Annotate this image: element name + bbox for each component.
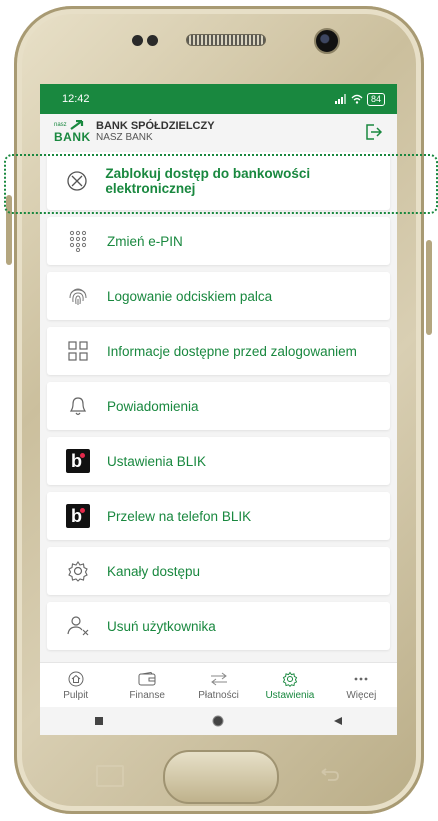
menu-item-access-channels[interactable]: Kanały dostępu [47,547,390,595]
menu-item-blik-settings[interactable]: b Ustawienia BLIK [47,437,390,485]
menu-item-fingerprint[interactable]: Logowanie odciskiem palca [47,272,390,320]
logo-big-text: BANK [54,130,91,144]
menu-item-change-pin[interactable]: Zmień e-PIN [47,217,390,265]
nav-platnosci[interactable]: Płatności [183,663,254,709]
wallet-icon [138,671,156,687]
home-circle-icon[interactable] [211,714,225,728]
hardware-recents-icon[interactable] [96,765,124,787]
battery-level: 84 [366,92,385,106]
nav-label: Płatności [198,690,239,701]
home-icon [67,671,85,687]
sensor-dots [132,33,162,46]
back-triangle-icon[interactable] [333,716,343,726]
hardware-back-icon[interactable] [318,768,340,782]
menu-item-label: Powiadomienia [107,398,199,414]
gear-icon [281,671,299,687]
status-icons: 84 [334,92,385,106]
menu-item-info-before-login[interactable]: Informacje dostępne przed zalogowaniem [47,327,390,375]
menu-item-label: Usuń użytkownika [107,618,216,634]
bottom-navigation: Pulpit Finanse Płatności Ustawienia Więc… [40,662,397,709]
app-header: nasz BANK BANK SPÓŁDZIELCZY NASZ BANK [40,114,397,150]
nav-label: Ustawienia [265,690,315,701]
status-bar: 12:42 84 [40,84,397,114]
more-dots-icon [352,671,370,687]
hardware-home-button[interactable] [163,750,279,804]
fingerprint-icon [61,284,95,308]
front-camera [314,28,340,54]
recents-icon[interactable] [94,716,104,726]
gear-icon [61,559,95,583]
menu-item-label: Informacje dostępne przed zalogowaniem [107,343,357,359]
speaker-grill [186,34,266,46]
blik-icon: b [61,449,95,473]
nav-wiecej[interactable]: Więcej [326,663,397,709]
highlight-frame [4,154,438,214]
logo-small-text: nasz [54,122,67,128]
android-navigation-bar [40,707,397,735]
logout-icon[interactable] [363,122,383,142]
nav-label: Finanse [129,690,165,701]
menu-item-label: Logowanie odciskiem palca [107,288,273,304]
keypad-icon [61,229,95,253]
nav-ustawienia[interactable]: Ustawienia [254,663,325,709]
transfer-arrows-icon [210,671,228,687]
blik-icon: b [61,504,95,528]
nav-label: Więcej [346,690,377,701]
menu-item-remove-user[interactable]: Usuń użytkownika [47,602,390,650]
logo-arrow-icon [70,120,84,130]
menu-item-label: Kanały dostępu [107,563,201,579]
bank-logo: nasz BANK [52,120,91,144]
remove-user-icon [61,614,95,638]
nav-finanse[interactable]: Finanse [111,663,182,709]
menu-item-blik-phone-transfer[interactable]: b Przelew na telefon BLIK [47,492,390,540]
bank-name-line2: NASZ BANK [96,132,153,143]
bell-icon [61,394,95,418]
menu-item-notifications[interactable]: Powiadomienia [47,382,390,430]
menu-item-label: Zmień e-PIN [107,233,183,249]
wifi-icon [351,94,363,104]
signal-icon [334,94,346,104]
grid-icon [61,339,95,363]
menu-item-label: Ustawienia BLIK [107,453,207,469]
bank-name: BANK SPÓŁDZIELCZY NASZ BANK [96,120,215,144]
settings-menu: Zablokuj dostęp do bankowości elektronic… [40,150,397,659]
bank-name-line1: BANK SPÓŁDZIELCZY [96,120,215,132]
nav-pulpit[interactable]: Pulpit [40,663,111,709]
menu-item-label: Przelew na telefon BLIK [107,508,252,524]
nav-label: Pulpit [63,690,89,701]
status-time: 12:42 [62,93,90,105]
power-button [426,240,432,335]
